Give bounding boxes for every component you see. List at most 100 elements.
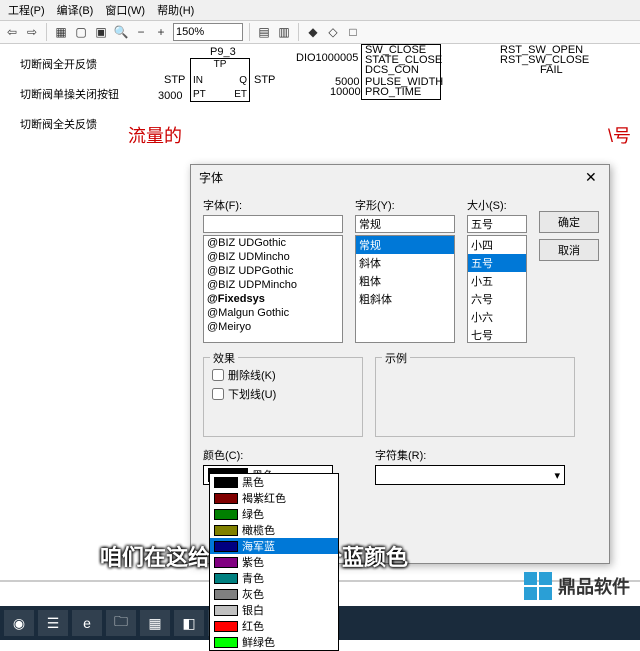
block-title: P9_3 xyxy=(210,46,236,58)
in-port: IN xyxy=(193,75,203,86)
strike-checkbox[interactable]: 删除线(K) xyxy=(212,367,354,383)
charset-select[interactable]: ▾ xyxy=(375,465,565,485)
style-listbox[interactable]: 常规斜体粗体粗斜体 xyxy=(355,235,455,343)
size-option[interactable]: 七号 xyxy=(468,326,526,343)
app2-icon[interactable]: ◧ xyxy=(174,610,204,636)
start-icon[interactable]: ◉ xyxy=(4,610,34,636)
menu-window[interactable]: 窗口(W) xyxy=(105,2,145,18)
overlay-left: 流量的 xyxy=(128,122,182,148)
font-label: 字体(F): xyxy=(203,197,343,213)
doc2-icon[interactable]: ▣ xyxy=(93,24,109,40)
folder-icon[interactable]: 🗀 xyxy=(106,610,136,636)
font-option[interactable]: @BIZ UDPMincho xyxy=(204,278,342,292)
size-label: 大小(S): xyxy=(467,197,527,213)
grid-icon[interactable]: ▦ xyxy=(53,24,69,40)
dialog-title: 字体 xyxy=(199,169,223,186)
tp-label: TP xyxy=(191,59,249,70)
color-field-label: 颜色(C): xyxy=(203,447,363,463)
size-listbox[interactable]: 小四五号小五六号小六七号八号 xyxy=(467,235,527,343)
style-option[interactable]: 粗斜体 xyxy=(356,290,454,308)
stp-right: STP xyxy=(254,74,275,86)
underline-checkbox[interactable]: 下划线(U) xyxy=(212,386,354,402)
dcs-con: DCS_CON xyxy=(365,64,419,76)
size-input[interactable] xyxy=(467,215,527,233)
tool5-icon[interactable]: □ xyxy=(345,24,361,40)
label-t2: 切断阀单操关闭按钮 xyxy=(20,86,119,102)
q-port: Q xyxy=(239,75,247,86)
font-option[interactable]: @Malgun Gothic xyxy=(204,306,342,320)
size-option[interactable]: 小五 xyxy=(468,272,526,290)
font-option[interactable]: @Fixedsys xyxy=(204,292,342,306)
style-label: 字形(Y): xyxy=(355,197,455,213)
effects-title: 效果 xyxy=(210,350,238,366)
color-option[interactable]: 紫色 xyxy=(210,554,338,570)
label-t3: 切断阀全关反馈 xyxy=(20,116,97,132)
pro-time: PRO_TIME xyxy=(365,86,421,98)
color-option[interactable]: 黑色 xyxy=(210,474,338,490)
color-option[interactable]: 鲜绿色 xyxy=(210,634,338,650)
menu-help[interactable]: 帮助(H) xyxy=(157,2,194,18)
color-dropdown[interactable]: 黑色褐紫红色绿色橄榄色海军蓝紫色青色灰色银白红色鲜绿色 xyxy=(209,473,339,651)
color-option[interactable]: 红色 xyxy=(210,618,338,634)
app1-icon[interactable]: ▦ xyxy=(140,610,170,636)
style-input[interactable] xyxy=(355,215,455,233)
color-option[interactable]: 灰色 xyxy=(210,586,338,602)
tool2-icon[interactable]: ▥ xyxy=(276,24,292,40)
font-option[interactable]: @Meiryo xyxy=(204,320,342,334)
size-option[interactable]: 五号 xyxy=(468,254,526,272)
zoom-out-icon[interactable]: − xyxy=(133,24,149,40)
toolbar: ⇦ ⇨ ▦ ▢ ▣ 🔍 − + ▤ ▥ ◆ ◇ □ xyxy=(0,20,640,44)
color-option[interactable]: 青色 xyxy=(210,570,338,586)
brand-logo: 鼎品软件 xyxy=(524,572,630,600)
brand-text: 鼎品软件 xyxy=(558,573,630,599)
font-option[interactable]: @BIZ UDMincho xyxy=(204,250,342,264)
style-option[interactable]: 斜体 xyxy=(356,254,454,272)
size-option[interactable]: 小六 xyxy=(468,308,526,326)
sample-title: 示例 xyxy=(382,350,410,366)
charset-label: 字符集(R): xyxy=(375,447,575,463)
tool4-icon[interactable]: ◇ xyxy=(325,24,341,40)
color-option[interactable]: 橄榄色 xyxy=(210,522,338,538)
di-label: DIO1000005 xyxy=(296,52,358,64)
edge-icon[interactable]: e xyxy=(72,610,102,636)
color-option[interactable]: 海军蓝 xyxy=(210,538,338,554)
search-icon[interactable]: 🔍 xyxy=(113,24,129,40)
color-option[interactable]: 绿色 xyxy=(210,506,338,522)
task-icon[interactable]: ☰ xyxy=(38,610,68,636)
function-block[interactable]: TP IN Q PT ET xyxy=(190,58,250,102)
back-icon[interactable]: ⇦ xyxy=(4,24,20,40)
overlay-right: \号 xyxy=(608,122,631,148)
size-option[interactable]: 六号 xyxy=(468,290,526,308)
label-t1: 切断阀全开反馈 xyxy=(20,56,97,72)
canvas: 切断阀全开反馈 切断阀单操关闭按钮 切断阀全关反馈 P9_3 TP IN Q P… xyxy=(0,44,640,584)
font-option[interactable]: @BIZ UDPGothic xyxy=(204,264,342,278)
stp-left: STP xyxy=(164,74,185,86)
font-dialog: 字体 ✕ 字体(F): @BIZ UDGothic@BIZ UDMincho@B… xyxy=(190,164,610,564)
font-listbox[interactable]: @BIZ UDGothic@BIZ UDMincho@BIZ UDPGothic… xyxy=(203,235,343,343)
menu-project[interactable]: 工程(P) xyxy=(8,2,45,18)
n3000: 3000 xyxy=(158,90,182,102)
doc-icon[interactable]: ▢ xyxy=(73,24,89,40)
font-input[interactable] xyxy=(203,215,343,233)
color-option[interactable]: 褐紫红色 xyxy=(210,490,338,506)
chevron-down-icon: ▾ xyxy=(550,469,564,482)
size-option[interactable]: 小四 xyxy=(468,236,526,254)
cancel-button[interactable]: 取消 xyxy=(539,239,599,261)
fail: FAIL xyxy=(540,64,563,76)
tool3-icon[interactable]: ◆ xyxy=(305,24,321,40)
tool1-icon[interactable]: ▤ xyxy=(256,24,272,40)
menu-edit[interactable]: 编译(B) xyxy=(57,2,94,18)
n10000: 10000 xyxy=(330,86,361,98)
et-port: ET xyxy=(234,89,247,100)
zoom-in-icon[interactable]: + xyxy=(153,24,169,40)
font-option[interactable]: @BIZ UDGothic xyxy=(204,236,342,250)
pt-port: PT xyxy=(193,89,206,100)
color-option[interactable]: 银白 xyxy=(210,602,338,618)
zoom-select[interactable] xyxy=(173,23,243,41)
forward-icon[interactable]: ⇨ xyxy=(24,24,40,40)
style-option[interactable]: 常规 xyxy=(356,236,454,254)
close-icon[interactable]: ✕ xyxy=(585,169,601,185)
ok-button[interactable]: 确定 xyxy=(539,211,599,233)
style-option[interactable]: 粗体 xyxy=(356,272,454,290)
menubar: 工程(P) 编译(B) 窗口(W) 帮助(H) xyxy=(0,0,640,20)
